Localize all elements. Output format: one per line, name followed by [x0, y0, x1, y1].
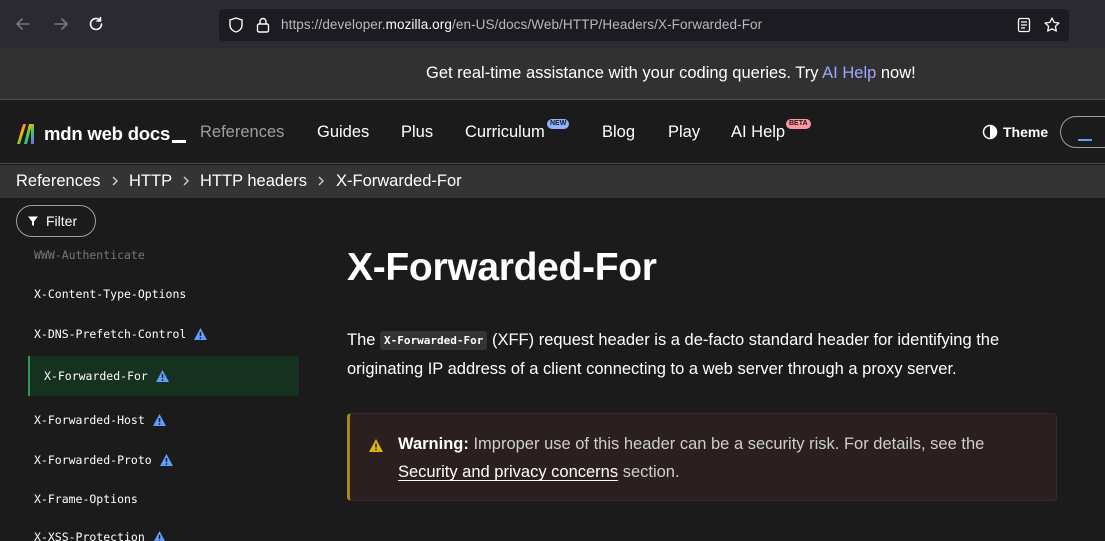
banner-text: Get real-time assistance with your codin…: [426, 64, 916, 82]
non-standard-warning-icon: [152, 414, 166, 426]
warning-text: Warning: Improper use of this header can…: [398, 435, 985, 481]
warning-triangle-icon: [369, 439, 383, 452]
sidebar-item-x-frame-options[interactable]: X-Frame-Options: [34, 492, 138, 506]
breadcrumb: References HTTP HTTP headers X-Forwarded…: [0, 165, 1105, 198]
site-header: mdn web docs References Guides Plus Curr…: [0, 100, 1105, 164]
breadcrumb-current[interactable]: X-Forwarded-For: [336, 172, 462, 191]
breadcrumb-references[interactable]: References: [16, 172, 100, 191]
nav-plus[interactable]: Plus: [401, 123, 433, 142]
sidebar-item-x-forwarded-host[interactable]: X-Forwarded-Host: [34, 413, 167, 427]
filter-funnel-icon: [28, 216, 38, 226]
sidebar-item-x-xss-protection[interactable]: X-XSS-Protection: [34, 530, 167, 541]
nav-references[interactable]: References: [200, 123, 284, 142]
beta-badge: BETA: [786, 119, 811, 129]
url-bar[interactable]: https://developer.mozilla.org/en-US/docs…: [219, 9, 1069, 41]
header-name-code: X-Forwarded-For: [380, 331, 488, 350]
non-standard-warning-icon: [194, 328, 208, 340]
forward-arrow-icon: [54, 18, 68, 30]
security-concerns-link[interactable]: Security and privacy concerns: [398, 463, 618, 481]
sidebar-item-www-authenticate[interactable]: WWW-Authenticate: [34, 248, 145, 262]
intro-paragraph: The X-Forwarded-For (XFF) request header…: [347, 331, 1000, 378]
theme-button[interactable]: Theme: [982, 124, 1048, 140]
nav-ai-help[interactable]: AI Help: [731, 123, 785, 142]
chevron-right-icon: [183, 176, 189, 186]
search-input[interactable]: [1060, 116, 1105, 148]
reload-button[interactable]: [85, 13, 107, 35]
chevron-right-icon: [112, 176, 118, 186]
nav-blog[interactable]: Blog: [602, 123, 635, 142]
ai-help-link[interactable]: AI Help: [822, 64, 876, 82]
nav-play[interactable]: Play: [668, 123, 700, 142]
breadcrumb-http[interactable]: HTTP: [129, 172, 172, 191]
page-title: X-Forwarded-For: [347, 246, 657, 289]
nav-curriculum[interactable]: Curriculum: [465, 123, 545, 142]
lock-icon[interactable]: [254, 16, 272, 34]
sidebar-item-x-forwarded-proto[interactable]: X-Forwarded-Proto: [34, 453, 174, 467]
browser-toolbar: https://developer.mozilla.org/en-US/docs…: [0, 0, 1105, 48]
back-arrow-icon: [16, 18, 30, 30]
reader-view-icon[interactable]: [1015, 16, 1033, 34]
nav-guides[interactable]: Guides: [317, 123, 369, 142]
new-badge: NEW: [547, 119, 570, 129]
logo-text: mdn web docs: [44, 123, 187, 145]
non-standard-warning-icon: [155, 370, 169, 382]
reload-icon: [89, 16, 103, 31]
non-standard-warning-icon: [159, 454, 173, 466]
warning-notecard: Warning: Improper use of this header can…: [347, 413, 1057, 501]
forward-button[interactable]: [50, 13, 72, 35]
back-button[interactable]: [12, 13, 34, 35]
search-cursor: [1078, 139, 1092, 141]
sidebar-item-x-dns-prefetch-control[interactable]: X-DNS-Prefetch-Control: [34, 327, 208, 341]
breadcrumb-http-headers[interactable]: HTTP headers: [200, 172, 307, 191]
sidebar-item-x-content-type-options[interactable]: X-Content-Type-Options: [34, 287, 186, 301]
bookmark-star-icon[interactable]: [1043, 16, 1061, 34]
chevron-right-icon: [318, 176, 324, 186]
sidebar-item-x-forwarded-for[interactable]: X-Forwarded-For: [28, 356, 299, 396]
url-text[interactable]: https://developer.mozilla.org/en-US/docs…: [281, 17, 762, 32]
ai-help-banner: Get real-time assistance with your codin…: [0, 48, 1105, 100]
mdn-logo[interactable]: mdn web docs: [16, 122, 187, 146]
theme-half-circle-icon: [982, 124, 998, 140]
mdn-m-icon: [17, 124, 34, 144]
filter-button[interactable]: Filter: [16, 205, 96, 237]
non-standard-warning-icon: [153, 531, 165, 541]
shield-icon[interactable]: [227, 16, 245, 34]
